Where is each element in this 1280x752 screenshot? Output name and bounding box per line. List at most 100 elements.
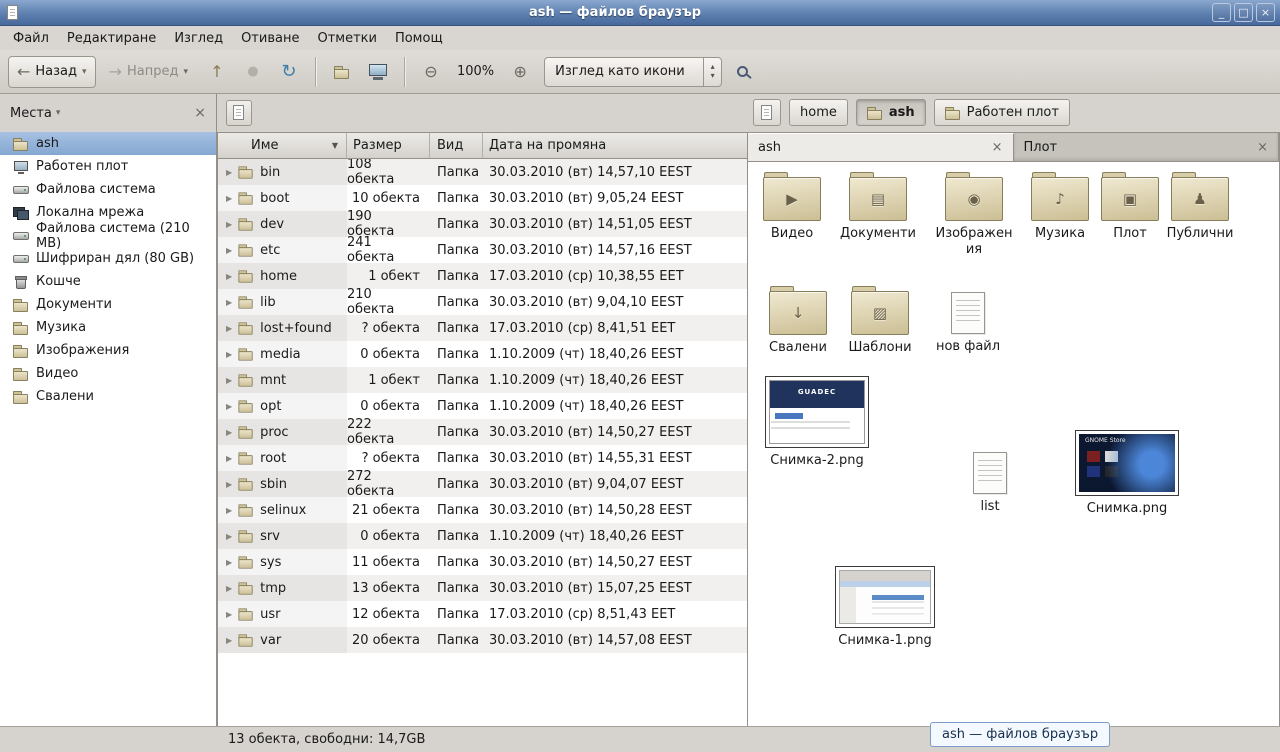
pathbar-button[interactable]: ash xyxy=(856,99,926,126)
zoom-in-button[interactable]: ⊕ xyxy=(504,56,536,88)
expander-icon[interactable]: ▶ xyxy=(226,272,232,281)
icon-view-item[interactable]: ↓ Свалени xyxy=(756,286,840,356)
table-row[interactable]: ▶ var 20 обекта Папка 30.03.2010 (вт) 14… xyxy=(218,627,747,653)
column-header-modified[interactable]: Дата на промяна xyxy=(483,133,747,159)
icon-view-item[interactable]: ▶ Видео xyxy=(750,172,834,242)
table-row[interactable]: ▶ tmp 13 обекта Папка 30.03.2010 (вт) 15… xyxy=(218,575,747,601)
table-row[interactable]: ▶ dev 190 обекта Папка 30.03.2010 (вт) 1… xyxy=(218,211,747,237)
search-button[interactable] xyxy=(726,56,758,88)
computer-button[interactable] xyxy=(362,56,394,88)
zoom-out-button[interactable]: ⊖ xyxy=(415,56,447,88)
expander-icon[interactable]: ▶ xyxy=(226,324,232,333)
table-row[interactable]: ▶ srv 0 обекта Папка 1.10.2009 (чт) 18,4… xyxy=(218,523,747,549)
expander-icon[interactable]: ▶ xyxy=(226,428,232,437)
tab-close-button[interactable]: × xyxy=(992,140,1003,155)
expander-icon[interactable]: ▶ xyxy=(226,298,232,307)
expander-icon[interactable]: ▶ xyxy=(226,480,232,489)
view-mode-select[interactable]: Изглед като икони ▴▾ xyxy=(544,57,722,87)
expander-icon[interactable]: ▶ xyxy=(226,220,232,229)
icon-view-item[interactable]: list xyxy=(948,446,1032,515)
icon-view-item[interactable]: GUADEC Снимка-2.png xyxy=(762,376,872,469)
sidebar-close-button[interactable]: × xyxy=(194,105,206,121)
table-row[interactable]: ▶ media 0 обекта Папка 1.10.2009 (чт) 18… xyxy=(218,341,747,367)
sidebar-item[interactable]: ash xyxy=(0,132,216,155)
menu-item[interactable]: Отиване xyxy=(232,29,308,48)
table-row[interactable]: ▶ sbin 272 обекта Папка 30.03.2010 (вт) … xyxy=(218,471,747,497)
sidebar-item[interactable]: Видео xyxy=(0,362,216,385)
sidebar-item[interactable]: Кошче xyxy=(0,270,216,293)
pathbar-button[interactable]: Работен плот xyxy=(934,99,1070,126)
tab-close-button[interactable]: × xyxy=(1257,140,1268,155)
table-row[interactable]: ▶ root ? обекта Папка 30.03.2010 (вт) 14… xyxy=(218,445,747,471)
icon-view-item[interactable]: ♟ Публични xyxy=(1158,172,1242,242)
expander-icon[interactable]: ▶ xyxy=(226,350,232,359)
sidebar-title[interactable]: Места xyxy=(10,106,52,121)
table-row[interactable]: ▶ home 1 обект Папка 17.03.2010 (ср) 10,… xyxy=(218,263,747,289)
table-row[interactable]: ▶ selinux 21 обекта Папка 30.03.2010 (вт… xyxy=(218,497,747,523)
menu-item[interactable]: Отметки xyxy=(308,29,385,48)
sidebar-item[interactable]: Документи xyxy=(0,293,216,316)
back-button[interactable]: ← Назад ▾ xyxy=(8,56,96,88)
column-header-size[interactable]: Размер xyxy=(347,133,430,159)
menu-item[interactable]: Редактиране xyxy=(58,29,165,48)
tab[interactable]: ash × xyxy=(748,133,1014,161)
menu-item[interactable]: Файл xyxy=(4,29,58,48)
up-button[interactable]: ↑ xyxy=(201,56,233,88)
table-row[interactable]: ▶ lost+found ? обекта Папка 17.03.2010 (… xyxy=(218,315,747,341)
reload-button[interactable]: ↻ xyxy=(273,56,305,88)
places-dropdown-icon[interactable]: ▾ xyxy=(56,108,61,118)
sidebar-item[interactable]: Работен плот xyxy=(0,155,216,178)
expander-icon[interactable]: ▶ xyxy=(226,376,232,385)
table-row[interactable]: ▶ etc 241 обекта Папка 30.03.2010 (вт) 1… xyxy=(218,237,747,263)
expander-icon[interactable]: ▶ xyxy=(226,194,232,203)
icon-view-item[interactable]: ▤ Документи xyxy=(836,172,920,242)
table-row[interactable]: ▶ mnt 1 обект Папка 1.10.2009 (чт) 18,40… xyxy=(218,367,747,393)
column-header-name[interactable]: Име ▼ xyxy=(218,133,347,159)
location-toggle-button[interactable] xyxy=(226,100,252,126)
table-row[interactable]: ▶ sys 11 обекта Папка 30.03.2010 (вт) 14… xyxy=(218,549,747,575)
back-history-chevron-icon[interactable]: ▾ xyxy=(82,67,87,77)
expander-icon[interactable]: ▶ xyxy=(226,402,232,411)
stop-button[interactable]: ● xyxy=(237,56,269,88)
tab[interactable]: Плот × xyxy=(1014,133,1280,161)
icon-view-item[interactable]: ◉ Изображения xyxy=(935,172,1013,257)
expander-icon[interactable]: ▶ xyxy=(226,584,232,593)
icon-view-item[interactable]: нов файл xyxy=(926,286,1010,355)
table-row[interactable]: ▶ opt 0 обекта Папка 1.10.2009 (чт) 18,4… xyxy=(218,393,747,419)
menu-item[interactable]: Изглед xyxy=(165,29,232,48)
expander-icon[interactable]: ▶ xyxy=(226,168,232,177)
icon-view[interactable]: ▶ Видео ▤ Документ xyxy=(748,162,1279,726)
column-header-type[interactable]: Вид xyxy=(430,133,483,159)
table-row[interactable]: ▶ bin 108 обекта Папка 30.03.2010 (вт) 1… xyxy=(218,159,747,185)
sidebar-item[interactable]: Музика xyxy=(0,316,216,339)
expander-icon[interactable]: ▶ xyxy=(226,454,232,463)
expander-icon[interactable]: ▶ xyxy=(226,506,232,515)
combo-spinner-icon[interactable]: ▴▾ xyxy=(703,58,721,86)
icon-view-item[interactable]: Снимка-1.png xyxy=(830,566,940,649)
expander-icon[interactable]: ▶ xyxy=(226,610,232,619)
icon-view-item[interactable]: GNOME Store Снимка.png xyxy=(1072,430,1182,517)
menu-item[interactable]: Помощ xyxy=(386,29,452,48)
table-row[interactable]: ▶ lib 210 обекта Папка 30.03.2010 (вт) 9… xyxy=(218,289,747,315)
home-button[interactable] xyxy=(326,56,358,88)
expander-icon[interactable]: ▶ xyxy=(226,636,232,645)
pathbar-scroll-button[interactable] xyxy=(753,99,781,126)
close-button[interactable]: × xyxy=(1256,3,1275,22)
table-row[interactable]: ▶ usr 12 обекта Папка 17.03.2010 (ср) 8,… xyxy=(218,601,747,627)
sidebar-item[interactable]: Файлова система xyxy=(0,178,216,201)
pathbar-button[interactable]: home xyxy=(789,99,848,126)
forward-button[interactable]: → Напред ▾ xyxy=(100,56,197,88)
sidebar-item[interactable]: Изображения xyxy=(0,339,216,362)
sidebar-item[interactable]: Шифриран дял (80 GB) xyxy=(0,247,216,270)
table-row[interactable]: ▶ proc 222 обекта Папка 30.03.2010 (вт) … xyxy=(218,419,747,445)
minimize-button[interactable]: _ xyxy=(1212,3,1231,22)
icon-view-item[interactable]: ▨ Шаблони xyxy=(838,286,922,356)
sidebar-item[interactable]: Свалени xyxy=(0,385,216,408)
table-row[interactable]: ▶ boot 10 обекта Папка 30.03.2010 (вт) 9… xyxy=(218,185,747,211)
expander-icon[interactable]: ▶ xyxy=(226,532,232,541)
expander-icon[interactable]: ▶ xyxy=(226,246,232,255)
sidebar-item[interactable]: Файлова система (210 MB) xyxy=(0,224,216,247)
expander-icon[interactable]: ▶ xyxy=(226,558,232,567)
titlebar[interactable]: ash — файлов браузър _ □ × xyxy=(0,0,1280,26)
maximize-button[interactable]: □ xyxy=(1234,3,1253,22)
